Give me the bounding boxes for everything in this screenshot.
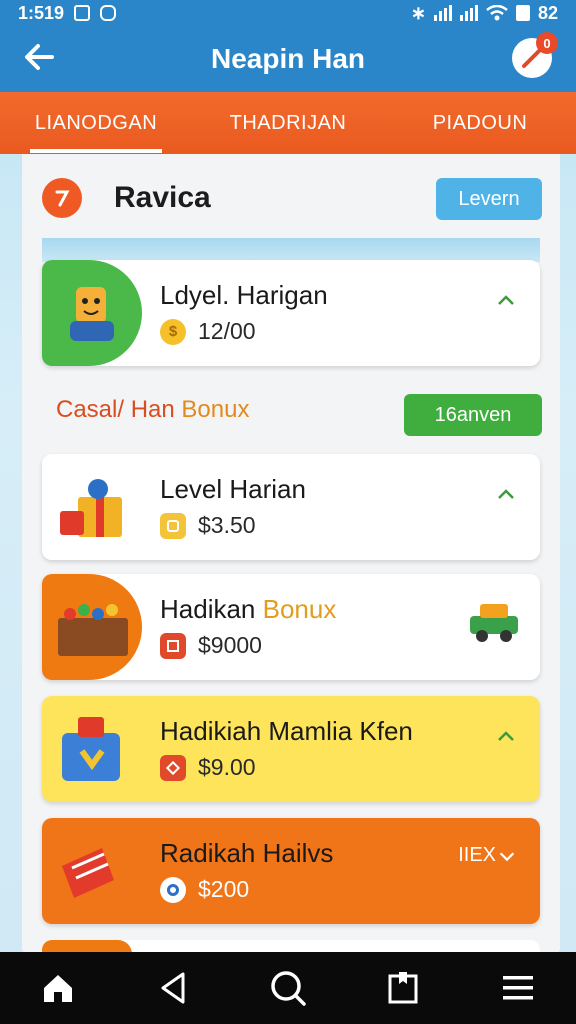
app-bar: Neapin Han 0: [0, 26, 576, 92]
bluetooth-icon: ∗: [410, 2, 426, 23]
arrow-left-icon: [25, 44, 54, 70]
list-item[interactable]: Level Harian $3.50: [42, 454, 540, 560]
home-icon: [43, 975, 72, 1002]
back-button[interactable]: [22, 40, 58, 76]
item-thumb: [42, 696, 142, 802]
list-item[interactable]: Hadikan Bonux $9000: [42, 574, 540, 680]
status-bar: 1:519 ∗ 82: [0, 0, 576, 26]
tab-bar: LIANODGAN THADRIJAN PIADOUN: [0, 92, 576, 154]
coin-icon: [160, 512, 186, 539]
item-price-row: $9.00: [160, 754, 256, 781]
menu-icon: [503, 976, 534, 1000]
toy-box-icon: [58, 604, 128, 656]
featured-name: Ldyel. Harigan: [160, 280, 328, 310]
item-name: Hadikan Bonux: [160, 594, 336, 625]
tab-lianodgan[interactable]: LIANODGAN: [0, 112, 192, 153]
status-time: 1:519: [18, 2, 65, 23]
ticket-icon: [62, 848, 114, 898]
featured-price: 12/00: [198, 318, 256, 344]
notification-button[interactable]: 0: [512, 32, 558, 78]
sub-header: Casal/ Han Bonux: [56, 396, 249, 424]
featured-thumb: [42, 260, 142, 366]
back-icon: [161, 972, 185, 1004]
section-header: Ravica: [42, 178, 211, 218]
chevron-down-icon: [499, 851, 515, 861]
section-icon: [42, 178, 82, 218]
list-item[interactable]: Hadikiah Mamlia Kfen $9.00: [42, 696, 540, 802]
item-price-row: $3.50: [160, 512, 256, 539]
item-price-row: $200: [160, 876, 249, 903]
item-name: Radikah Hailvs: [160, 838, 334, 868]
levern-button[interactable]: Levern: [436, 178, 542, 220]
search-icon: [271, 971, 306, 1006]
bonus-green-button[interactable]: 16anven: [404, 394, 542, 436]
gift-bag-icon: [62, 717, 120, 781]
coin-icon: [160, 876, 186, 903]
back-nav-button[interactable]: [151, 966, 195, 1010]
signal-2-icon: [459, 5, 478, 21]
page-title: Neapin Han: [210, 43, 366, 74]
sub-header-text-a: Casal/ Han: [56, 396, 182, 423]
system-nav-bar: [0, 952, 576, 1024]
wifi-icon: [486, 5, 508, 21]
chevron-up-icon[interactable]: [494, 724, 518, 748]
expand-label: IIEX: [458, 844, 496, 866]
coin-icon: $: [160, 318, 186, 345]
item-price: $9.00: [198, 754, 256, 780]
home-button[interactable]: [36, 966, 80, 1010]
recents-icon: [388, 972, 418, 1004]
coin-icon: [160, 632, 186, 659]
tab-thadrijan[interactable]: THADRIJAN: [192, 112, 384, 135]
item-thumb: [42, 454, 142, 560]
item-price-row: $9000: [160, 632, 262, 659]
chevron-up-icon[interactable]: [494, 482, 518, 506]
battery-level: 82: [537, 2, 558, 23]
notification-icon: [74, 5, 91, 21]
character-icon: [70, 287, 114, 341]
tab-piadoun[interactable]: PIADOUN: [384, 112, 576, 135]
toy-car-icon: [470, 604, 518, 642]
expand-control[interactable]: IIEX: [458, 844, 518, 867]
item-name-a: Hadikan: [160, 594, 263, 624]
coin-icon: [160, 754, 186, 781]
item-price: $200: [198, 876, 250, 902]
item-name: Level Harian: [160, 474, 306, 504]
search-button[interactable]: [266, 966, 310, 1010]
battery-icon: [515, 5, 530, 21]
chevron-up-icon[interactable]: [494, 288, 518, 312]
signal-icon: [433, 5, 452, 21]
item-thumb: [42, 574, 142, 680]
item-price: $9000: [198, 632, 262, 658]
sub-header-text-b: Bonux: [181, 396, 250, 423]
menu-button[interactable]: [496, 966, 540, 1010]
banner-strip: [42, 238, 540, 262]
item-name: Hadikiah Mamlia Kfen: [160, 716, 413, 746]
item-thumb: [42, 818, 142, 924]
content-panel: Ravica Levern Ldyel. Harigan $ 12/00 Cas…: [22, 154, 560, 954]
section-title: Ravica: [114, 181, 211, 214]
app-notification-icon: [100, 5, 117, 21]
gift-box-icon: [60, 479, 122, 537]
recents-button[interactable]: [381, 966, 425, 1010]
item-price: $3.50: [198, 512, 256, 538]
featured-card[interactable]: Ldyel. Harigan $ 12/00: [42, 260, 540, 366]
featured-price-row: $ 12/00: [160, 318, 256, 345]
list-item[interactable]: Radikah Hailvs $200 IIEX: [42, 818, 540, 924]
notification-badge: 0: [536, 32, 558, 54]
item-name-b: Bonux: [262, 594, 337, 624]
